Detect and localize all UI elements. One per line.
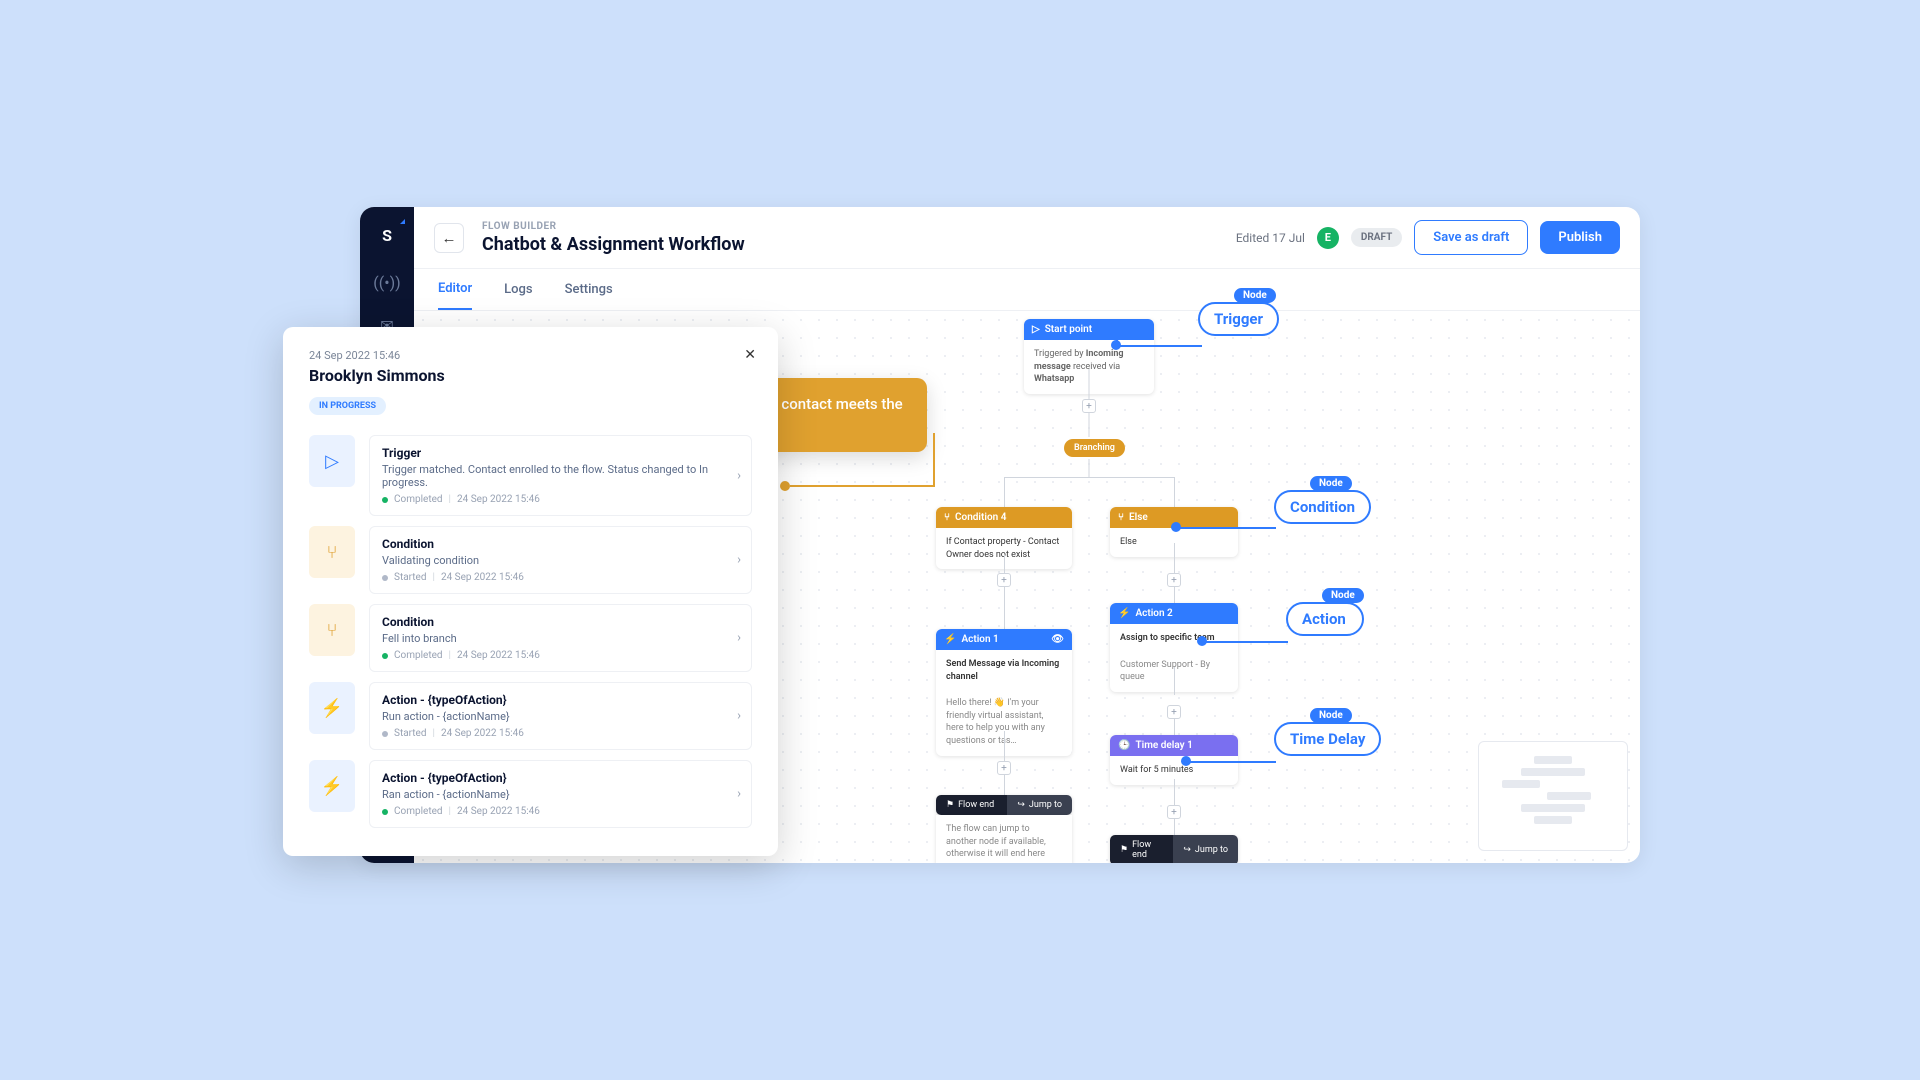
add-node-button[interactable]: + [997,573,1011,587]
label-action: Node Action [1286,583,1364,636]
chevron-right-icon: › [737,468,741,483]
log-item[interactable]: ⑂ Condition Fell into branch Completed|2… [309,604,752,672]
log-item[interactable]: ⑂ Condition Validating condition Started… [309,526,752,594]
close-icon[interactable]: ✕ [744,347,756,363]
tab-settings[interactable]: Settings [565,270,613,309]
log-item[interactable]: ⚡ Action - {typeOfAction} Run action - {… [309,682,752,750]
broadcast-icon[interactable]: ((•)) [373,273,401,292]
minimap[interactable] [1478,741,1628,851]
flag-icon: ⚑ [1120,845,1128,855]
add-node-button[interactable]: + [1167,805,1181,819]
bolt-icon: ⚡ [309,682,355,734]
bolt-icon: ⚡ [1118,608,1130,619]
bolt-icon: ⚡ [944,634,956,645]
page-title: Chatbot & Assignment Workflow [482,234,745,255]
save-draft-button[interactable]: Save as draft [1414,220,1528,255]
breadcrumb: FLOW BUILDER [482,221,745,232]
label-condition: Node Condition [1274,471,1371,524]
play-icon: ▷ [309,435,355,487]
publish-button[interactable]: Publish [1540,221,1620,254]
topbar: ← FLOW BUILDER Chatbot & Assignment Work… [414,207,1640,269]
add-node-button[interactable]: + [997,761,1011,775]
edited-label: Edited 17 Jul [1236,231,1305,245]
log-contact-name: Brooklyn Simmons [309,366,752,385]
tabbar: Editor Logs Settings [414,269,1640,311]
clock-icon: 🕒 [1118,740,1130,751]
chevron-right-icon: › [737,709,741,724]
branch-icon: ⑂ [944,512,950,523]
branching-pill[interactable]: Branching [1064,439,1125,457]
tab-logs[interactable]: Logs [504,270,532,309]
play-icon: ▷ [1032,324,1040,335]
chevron-right-icon: › [737,553,741,568]
status-badge: DRAFT [1351,228,1402,247]
log-date: 24 Sep 2022 15:46 [309,349,752,362]
eye-icon: 👁 [1051,634,1064,645]
branch-icon: ⑂ [1118,512,1124,523]
chevron-right-icon: › [737,787,741,802]
node-flow-end-right[interactable]: ⚑Flow end ↪Jump to [1110,835,1238,863]
branch-icon: ⑂ [309,604,355,656]
bolt-icon: ⚡ [309,760,355,812]
add-node-button[interactable]: + [1082,399,1096,413]
flag-icon: ⚑ [946,800,954,810]
link-icon: ↪ [1017,800,1025,810]
log-item[interactable]: ⚡ Action - {typeOfAction} Ran action - {… [309,760,752,828]
back-button[interactable]: ← [434,223,464,253]
branch-icon: ⑂ [309,526,355,578]
avatar[interactable]: E [1317,227,1339,249]
tab-editor[interactable]: Editor [438,269,472,310]
node-time-delay[interactable]: 🕒Time delay 1 Wait for 5 minutes [1110,735,1238,785]
label-timedelay: Node Time Delay [1274,703,1381,756]
label-trigger: Node Trigger [1198,283,1279,336]
log-status-badge: IN PROGRESS [309,397,386,415]
node-flow-end-left[interactable]: ⚑Flow end ↪Jump to [936,795,1072,815]
add-node-button[interactable]: + [1167,705,1181,719]
chevron-right-icon: › [737,631,741,646]
link-icon: ↪ [1183,845,1191,855]
log-item[interactable]: ▷ Trigger Trigger matched. Contact enrol… [309,435,752,516]
add-node-button[interactable]: + [1167,573,1181,587]
log-panel: 24 Sep 2022 15:46 Brooklyn Simmons ✕ IN … [283,327,778,856]
logo-icon: S [373,221,401,249]
